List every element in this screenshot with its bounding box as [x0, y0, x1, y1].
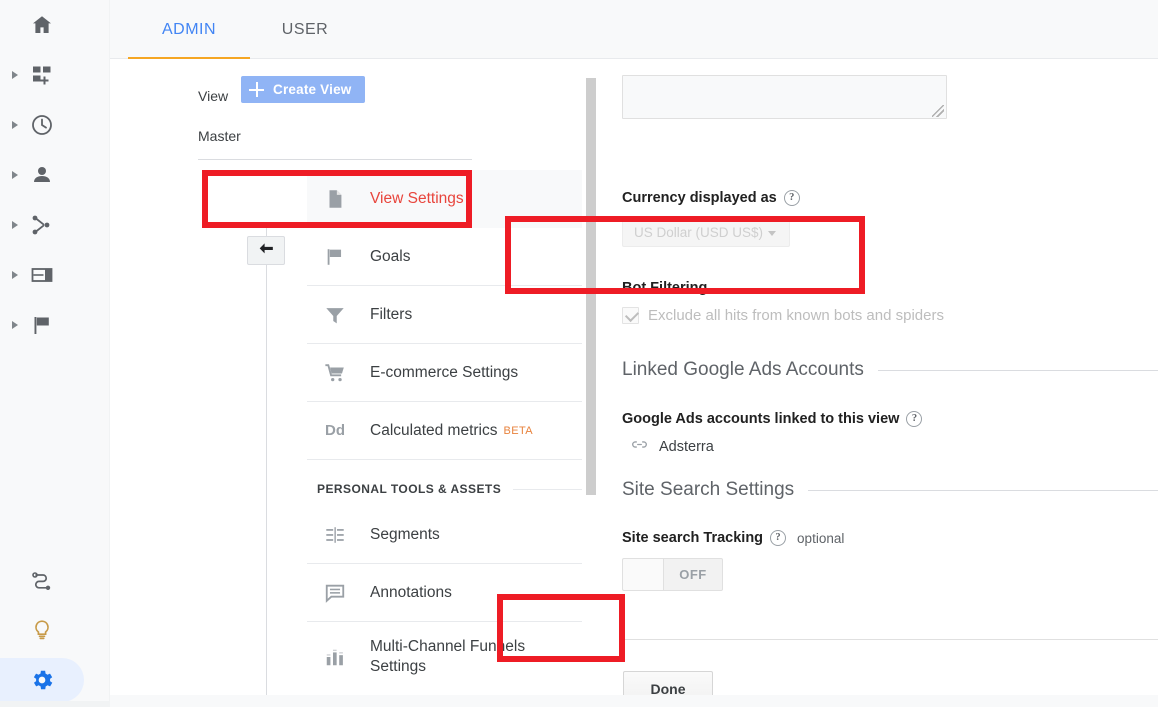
window-panels-icon [26, 259, 58, 291]
currency-select-value: US Dollar (USD US$) [634, 225, 763, 240]
segments-icon [317, 520, 353, 550]
menu-item-label: E-commerce Settings [353, 363, 518, 383]
main-canvas: View Create View Master [110, 59, 1158, 707]
canvas-bottom-strip [110, 695, 1158, 707]
expand-caret-icon[interactable] [12, 121, 18, 129]
nav-item-audience[interactable] [0, 150, 110, 200]
site-search-section-header: Site Search Settings [622, 479, 1158, 501]
section-title: Site Search Settings [622, 479, 794, 501]
section-divider [878, 370, 1158, 371]
help-icon[interactable]: ? [906, 411, 922, 427]
create-view-button[interactable]: Create View [241, 76, 365, 103]
tab-user[interactable]: USER [250, 0, 360, 59]
tab-admin[interactable]: ADMIN [128, 0, 250, 59]
create-view-button-label: Create View [273, 82, 352, 97]
expand-caret-icon[interactable] [12, 221, 18, 229]
linked-account-name: Adsterra [659, 439, 714, 455]
section-title: Linked Google Ads Accounts [622, 359, 864, 381]
linked-ads-label-text: Google Ads accounts linked to this view [622, 411, 899, 427]
bar-chart-icon [317, 642, 353, 672]
site-search-tracking-label: Site search Tracking ? optional [622, 530, 844, 546]
home-icon [26, 9, 58, 41]
bot-filtering-checkbox-row[interactable]: Exclude all hits from known bots and spi… [622, 307, 944, 324]
path-curve-icon [26, 564, 58, 596]
top-tab-bar: ADMIN USER [110, 0, 1158, 59]
rail-bottom-divider [0, 701, 110, 707]
currency-field-label: Currency displayed as ? [622, 190, 800, 206]
dashboard-plus-icon [26, 59, 58, 91]
nav-item-insights[interactable] [0, 605, 110, 655]
optional-tag: optional [793, 531, 844, 546]
resize-grip-icon[interactable] [932, 105, 944, 117]
exclude-url-textarea[interactable] [622, 75, 947, 119]
app-root: ADMIN USER View Create View Master [0, 0, 1158, 707]
site-search-toggle[interactable]: OFF [622, 558, 723, 591]
document-icon [317, 184, 353, 214]
view-name-divider [198, 159, 472, 160]
back-button-stem-bottom [266, 261, 267, 707]
view-settings-column: View Create View Master [110, 59, 500, 707]
bot-filtering-label: Bot Filtering [622, 280, 707, 296]
shopping-cart-icon [317, 358, 353, 388]
toggle-state-label: OFF [664, 567, 722, 582]
form-bottom-divider [622, 639, 1158, 640]
currency-select[interactable]: US Dollar (USD US$) [622, 217, 790, 247]
comment-icon [317, 578, 353, 608]
site-search-label-text: Site search Tracking [622, 530, 763, 546]
link-icon [631, 436, 648, 457]
nav-item-conversions[interactable] [0, 300, 110, 350]
toggle-knob [623, 559, 664, 590]
nav-item-behavior[interactable] [0, 250, 110, 300]
menu-item-label: Annotations [353, 583, 452, 603]
back-button[interactable] [247, 236, 285, 265]
section-divider [808, 490, 1158, 491]
bot-filtering-checkbox-label: Exclude all hits from known bots and spi… [648, 307, 944, 324]
lightbulb-icon [26, 614, 58, 646]
gear-icon [26, 664, 58, 696]
menu-item-label: View Settings [353, 189, 464, 209]
nav-item-admin[interactable] [0, 655, 110, 705]
menu-item-label: Filters [353, 305, 412, 325]
help-icon[interactable]: ? [784, 190, 800, 206]
nav-item-home[interactable] [0, 0, 110, 50]
view-settings-form: Currency displayed as ? US Dollar (USD U… [500, 59, 1158, 707]
flag-icon [317, 242, 353, 272]
linked-account-row[interactable]: Adsterra [631, 436, 714, 457]
flag-icon [26, 309, 58, 341]
checkbox-icon[interactable] [622, 307, 639, 324]
expand-caret-icon[interactable] [12, 71, 18, 79]
help-icon[interactable]: ? [770, 530, 786, 546]
linked-ads-field-label: Google Ads accounts linked to this view … [622, 411, 922, 427]
nav-item-acquisition[interactable] [0, 200, 110, 250]
chevron-down-icon [768, 231, 776, 236]
plus-icon [249, 82, 264, 97]
view-name: Master [198, 128, 241, 144]
linked-ads-section-header: Linked Google Ads Accounts [622, 359, 1158, 381]
person-icon [26, 159, 58, 191]
section-title: PERSONAL TOOLS & ASSETS [317, 482, 501, 496]
expand-caret-icon[interactable] [12, 271, 18, 279]
nav-item-customization[interactable] [0, 50, 110, 100]
clock-icon [26, 109, 58, 141]
menu-item-label: Goals [353, 247, 411, 267]
menu-item-label: Segments [353, 525, 440, 545]
left-nav-rail [0, 0, 110, 707]
expand-caret-icon[interactable] [12, 171, 18, 179]
dd-icon: Dd [317, 416, 353, 446]
funnel-icon [317, 300, 353, 330]
share-nodes-icon [26, 209, 58, 241]
menu-item-label: Calculated metrics [370, 422, 498, 439]
expand-caret-icon[interactable] [12, 321, 18, 329]
nav-item-realtime[interactable] [0, 100, 110, 150]
nav-item-discover[interactable] [0, 555, 110, 605]
currency-label-text: Currency displayed as [622, 190, 777, 206]
view-label: View [198, 88, 228, 104]
back-arrow-icon [257, 239, 276, 263]
